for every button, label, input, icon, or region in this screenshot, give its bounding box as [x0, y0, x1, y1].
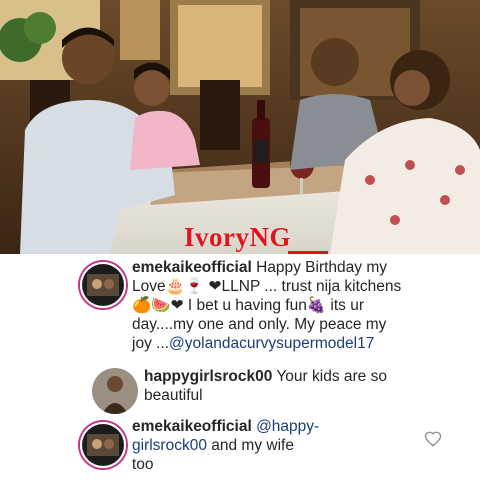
comment-text: happygirlsrock00 Your kids are so beauti…	[144, 367, 474, 405]
mention-link[interactable]: @yolandacurvysupermodel17	[169, 335, 374, 352]
comment-line: beautiful	[144, 387, 203, 404]
comment-line: Love🎂🍷 ❤LLNP ... trust nija kitchens	[132, 278, 402, 295]
avatar-image	[92, 368, 138, 414]
comment-username[interactable]: happygirlsrock00	[144, 368, 272, 385]
comment-line: joy ...	[132, 335, 170, 352]
comment-line: 🍊🍉❤ I bet u having fun🍇 its ur	[132, 297, 365, 314]
mention-link[interactable]: girlsrock00	[132, 437, 207, 454]
comment-line: Your kids are so	[272, 368, 387, 385]
comment-line: and my wife	[206, 437, 294, 454]
avatar-image	[82, 424, 124, 466]
comment-username[interactable]: emekaikeofficial	[132, 418, 252, 435]
comment-line: Happy Birthday my	[251, 259, 388, 276]
heart-icon[interactable]	[424, 430, 442, 448]
mention-link[interactable]: @happy-	[252, 418, 319, 435]
comment-text: emekaikeofficial Happy Birthday my Love🎂…	[132, 258, 472, 353]
avatar[interactable]	[80, 422, 126, 468]
comment-line: too	[132, 456, 154, 473]
photo-illustration	[0, 0, 480, 254]
comment-username[interactable]: emekaikeofficial	[132, 259, 252, 276]
avatar-image	[82, 264, 124, 306]
avatar[interactable]	[92, 368, 138, 414]
comment-line: day....my one and only. My peace my	[132, 316, 387, 333]
comments-section: emekaikeofficial Happy Birthday my Love🎂…	[0, 254, 480, 480]
watermark-logo: IvoryNG	[184, 222, 291, 252]
comment-text: emekaikeofficial @happy- girlsrock00 and…	[132, 417, 412, 474]
avatar[interactable]	[80, 262, 126, 308]
post-photo	[0, 0, 480, 254]
